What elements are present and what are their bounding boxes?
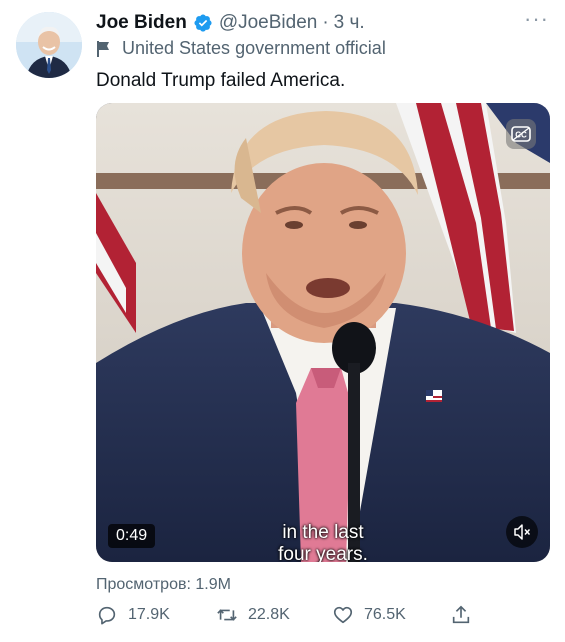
video-player[interactable]: CC 0:49 in the last four years. (96, 103, 550, 562)
avatar-image (16, 12, 82, 78)
retweet-button[interactable]: 22.8K (216, 604, 290, 626)
retweet-count: 22.8K (248, 606, 290, 623)
separator-dot: · (322, 12, 329, 33)
svg-text:CC: CC (515, 131, 527, 140)
avatar[interactable] (16, 12, 82, 78)
reply-button[interactable]: 17.9K (96, 604, 170, 626)
tweet-text: Donald Trump failed America. (96, 70, 346, 91)
author-handle[interactable]: @JoeBiden (219, 12, 318, 34)
like-button[interactable]: 76.5K (332, 604, 406, 626)
flag-icon (97, 40, 109, 57)
heart-icon (333, 606, 353, 624)
video-caption: in the last four years. (96, 522, 550, 562)
mute-glyph (514, 524, 531, 540)
view-count: Просмотров: 1.9M (96, 576, 231, 593)
more-dots-icon[interactable]: ··· (524, 8, 549, 30)
reply-count: 17.9K (128, 606, 170, 623)
tweet-time[interactable]: 3 ч. (334, 12, 365, 34)
reply-icon (98, 606, 116, 625)
tweet-header: Joe Biden @JoeBiden · 3 ч. ··· (96, 8, 549, 36)
share-icon (452, 605, 470, 624)
caption-line-1: in the last (282, 522, 364, 543)
retweet-icon (217, 609, 237, 621)
speaker-muted-icon[interactable] (506, 516, 538, 548)
cc-glyph: CC (511, 126, 531, 142)
author-name[interactable]: Joe Biden (96, 12, 187, 34)
closed-captions-icon[interactable]: CC (506, 119, 536, 149)
share-button[interactable] (450, 604, 482, 626)
video-frame (96, 103, 550, 562)
account-label-text: United States government official (122, 38, 386, 58)
action-bar: 17.9K 22.8K 76.5K (96, 604, 476, 632)
caption-line-2: four years. (278, 544, 368, 562)
verified-badge-icon (194, 14, 212, 32)
account-label[interactable]: United States government official (96, 38, 386, 59)
like-count: 76.5K (364, 606, 406, 623)
